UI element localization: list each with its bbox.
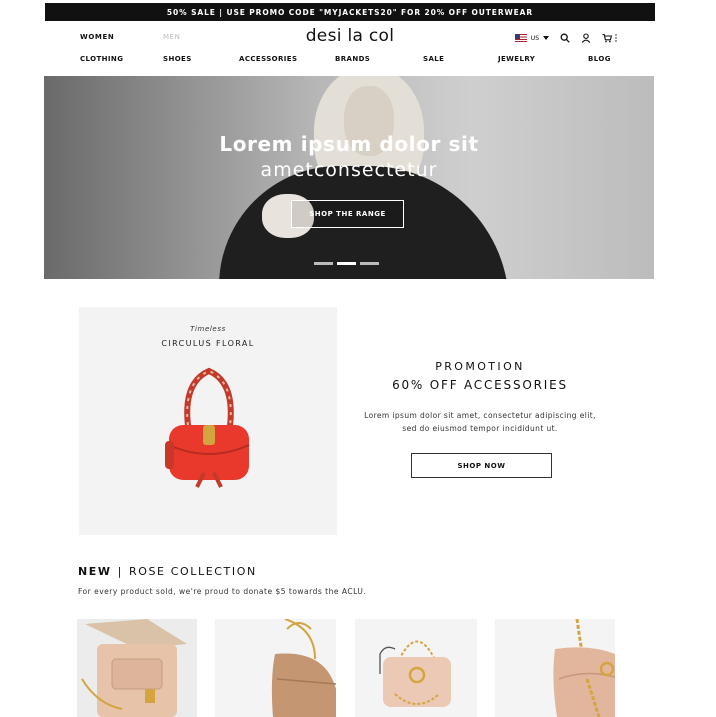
promotion-block: PROMOTION 60% OFF ACCESSORIES Lorem ipsu… — [360, 360, 600, 478]
cart-icon — [602, 33, 612, 43]
open-nude-bag-image — [81, 619, 187, 717]
nav-item-clothing[interactable]: CLOTHING — [80, 55, 123, 63]
promotion-title: PROMOTION — [435, 360, 525, 373]
hero-title: Lorem ipsum dolor sit — [219, 132, 479, 156]
product-row — [0, 619, 716, 717]
us-flag-icon — [514, 34, 527, 42]
nav-item-shoes[interactable]: SHOES — [163, 55, 192, 63]
collection-heading: NEW | ROSE COLLECTION — [78, 565, 257, 578]
nav-item-sale[interactable]: SALE — [423, 55, 444, 63]
nav-item-accessories[interactable]: ACCESSORIES — [239, 55, 297, 63]
cart-button[interactable] — [602, 33, 617, 43]
carousel-dot-1[interactable] — [314, 262, 333, 265]
hero-banner: Lorem ipsum dolor sit ametconsectetur SH… — [44, 76, 654, 279]
region-selector[interactable]: US — [514, 34, 549, 42]
featured-title: CIRCULUS FLORAL — [161, 339, 255, 348]
carousel-dots — [314, 262, 379, 265]
user-icon[interactable] — [581, 33, 591, 43]
collection-divider: | — [117, 565, 123, 578]
product-card-1[interactable] — [77, 619, 197, 717]
search-icon[interactable] — [560, 33, 570, 43]
chevron-down-icon — [543, 36, 549, 40]
region-label: US — [530, 34, 539, 42]
promo-bar: 50% SALE | USE PROMO CODE "MYJACKETS20" … — [45, 3, 655, 21]
shop-now-button[interactable]: SHOP NOW — [411, 453, 552, 478]
product-card-2[interactable] — [215, 619, 336, 717]
featured-product-card[interactable]: Timeless CIRCULUS FLORAL — [79, 307, 337, 535]
product-card-3[interactable] — [355, 619, 477, 717]
header-utilities: US — [514, 33, 617, 43]
collection-label-new: NEW — [78, 565, 112, 578]
product-card-4[interactable] — [495, 619, 615, 717]
promotion-body: Lorem ipsum dolor sit amet, consectetur … — [364, 411, 596, 433]
promo-bar-text: 50% SALE | USE PROMO CODE "MYJACKETS20" … — [166, 7, 534, 17]
red-handbag-image — [165, 367, 250, 488]
nav-item-jewelry[interactable]: JEWELRY — [498, 55, 535, 63]
rose-chain-bag-image — [553, 619, 615, 717]
carousel-dot-2[interactable] — [337, 262, 356, 265]
carousel-dot-3[interactable] — [360, 262, 379, 265]
shop-the-range-button[interactable]: SHOP THE RANGE — [291, 200, 404, 228]
collection-name[interactable]: ROSE COLLECTION — [129, 565, 257, 578]
tan-saddle-bag-image — [271, 619, 336, 717]
nude-chain-bag-image — [379, 640, 451, 707]
featured-eyebrow: Timeless — [190, 325, 226, 333]
more-icon — [615, 34, 617, 42]
hero-subtitle: ametconsectetur — [260, 159, 438, 181]
nav-item-blog[interactable]: BLOG — [588, 55, 611, 63]
site-header: WOMEN MEN desi la col US CLOTHING SHOES … — [45, 22, 655, 74]
main-nav: CLOTHING SHOES ACCESSORIES BRANDS SALE J… — [45, 55, 655, 67]
promotion-subtitle: 60% OFF ACCESSORIES — [392, 378, 568, 392]
collection-note: For every product sold, we're proud to d… — [78, 587, 367, 596]
nav-item-brands[interactable]: BRANDS — [335, 55, 370, 63]
